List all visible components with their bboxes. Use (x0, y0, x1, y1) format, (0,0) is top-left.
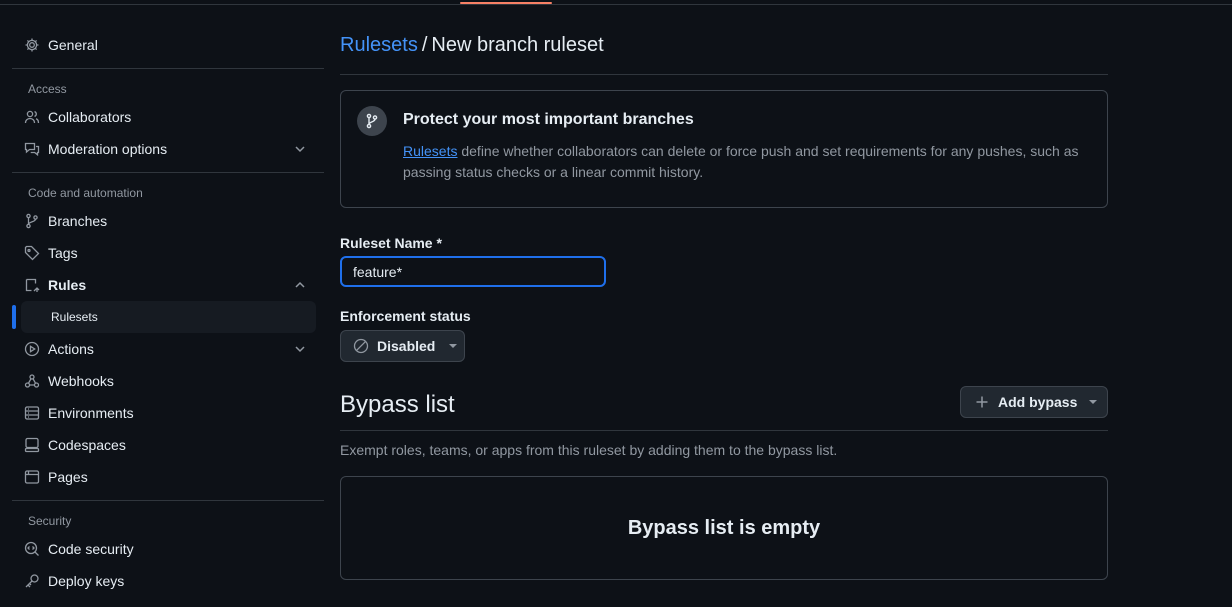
git-branch-icon (357, 106, 387, 136)
codescan-icon (24, 541, 40, 557)
browser-icon (24, 469, 40, 485)
sidebar-item-actions[interactable]: Actions (12, 333, 324, 365)
triangle-down-icon (449, 344, 458, 348)
comment-discussion-icon (24, 141, 40, 157)
info-description-text: define whether collaborators can delete … (403, 143, 1079, 180)
sidebar-item-collaborators[interactable]: Collaborators (12, 101, 324, 133)
tag-icon (24, 245, 40, 261)
chevron-down-icon[interactable] (292, 341, 308, 357)
settings-sidebar: General Access Collaborators Moderation … (12, 29, 324, 597)
sidebar-item-webhooks[interactable]: Webhooks (12, 365, 324, 397)
sidebar-item-environments[interactable]: Environments (12, 397, 324, 429)
title-divider (340, 74, 1108, 75)
info-banner: Protect your most important branches Rul… (340, 90, 1108, 208)
divider (12, 500, 324, 501)
sidebar-item-label: Environments (48, 405, 134, 421)
sidebar-item-branches[interactable]: Branches (12, 205, 324, 237)
page-title: New branch ruleset (431, 33, 604, 56)
enforcement-status-value: Disabled (377, 338, 436, 354)
sidebar-item-tags[interactable]: Tags (12, 237, 324, 269)
plus-icon (974, 394, 990, 410)
info-title: Protect your most important branches (403, 111, 694, 128)
sidebar-item-pages[interactable]: Pages (12, 461, 324, 493)
sidebar-item-label: Moderation options (48, 141, 168, 157)
rulesets-docs-link[interactable]: Rulesets (403, 143, 457, 159)
play-icon (24, 341, 40, 357)
triangle-down-icon (1089, 400, 1098, 404)
sidebar-item-general[interactable]: General (12, 29, 324, 61)
sidebar-item-label: Codespaces (48, 437, 126, 453)
codespaces-icon (24, 437, 40, 453)
sidebar-item-moderation[interactable]: Moderation options (12, 133, 324, 165)
main-content: Rulesets / New branch ruleset Protect yo… (340, 29, 1108, 580)
sidebar-item-label: Branches (48, 213, 108, 229)
breadcrumb-separator: / (421, 33, 428, 56)
key-icon (24, 573, 40, 589)
chevron-down-icon[interactable] (292, 141, 308, 157)
sidebar-item-deploy-keys[interactable]: Deploy keys (12, 565, 324, 597)
enforcement-status-dropdown[interactable]: Disabled (340, 330, 465, 362)
add-bypass-button[interactable]: Add bypass (960, 386, 1108, 418)
git-branch-icon (24, 213, 40, 229)
info-description: Rulesets define whether collaborators ca… (403, 141, 1083, 183)
sidebar-item-codespaces[interactable]: Codespaces (12, 429, 324, 461)
bypass-empty-text: Bypass list is empty (627, 516, 821, 539)
sidebar-item-label: General (48, 37, 98, 53)
sidebar-item-code-security[interactable]: Code security (12, 533, 324, 565)
divider (12, 68, 324, 69)
bypass-divider (340, 430, 1108, 431)
group-title-security: Security (28, 514, 72, 528)
add-bypass-label: Add bypass (998, 394, 1078, 410)
sidebar-item-label: Tags (48, 245, 78, 261)
sidebar-item-label: Code security (48, 541, 134, 557)
repo-push-icon (24, 277, 40, 293)
ruleset-name-label: Ruleset Name * (340, 235, 442, 251)
divider (12, 172, 324, 173)
sidebar-item-label: Actions (48, 341, 94, 357)
enforcement-status-label: Enforcement status (340, 308, 471, 324)
active-indicator (12, 305, 16, 329)
gear-icon (24, 37, 40, 53)
top-nav-border (0, 0, 1232, 5)
bypass-description: Exempt roles, teams, or apps from this r… (340, 442, 838, 458)
sidebar-item-label: Webhooks (48, 373, 114, 389)
sidebar-item-label: Rules (48, 277, 87, 293)
bypass-empty-state: Bypass list is empty (340, 476, 1108, 580)
active-tab-underline (460, 2, 552, 4)
circle-slash-icon (353, 338, 369, 354)
sidebar-item-rules[interactable]: Rules (12, 269, 324, 301)
ruleset-name-input[interactable] (340, 256, 606, 287)
group-title-code-automation: Code and automation (28, 186, 143, 200)
people-icon (24, 109, 40, 125)
sidebar-item-label: Pages (48, 469, 88, 485)
sidebar-item-label: Rulesets (51, 310, 98, 324)
chevron-up-icon[interactable] (292, 277, 308, 293)
breadcrumb-rulesets-link[interactable]: Rulesets (340, 34, 418, 57)
breadcrumb: Rulesets / New branch ruleset (340, 29, 1108, 61)
sidebar-subitem-rulesets[interactable]: Rulesets (12, 301, 316, 333)
server-icon (24, 405, 40, 421)
bypass-list-heading: Bypass list (340, 391, 455, 418)
sidebar-item-label: Deploy keys (48, 573, 125, 589)
webhook-icon (24, 373, 40, 389)
group-title-access: Access (28, 82, 67, 96)
sidebar-item-label: Collaborators (48, 109, 132, 125)
